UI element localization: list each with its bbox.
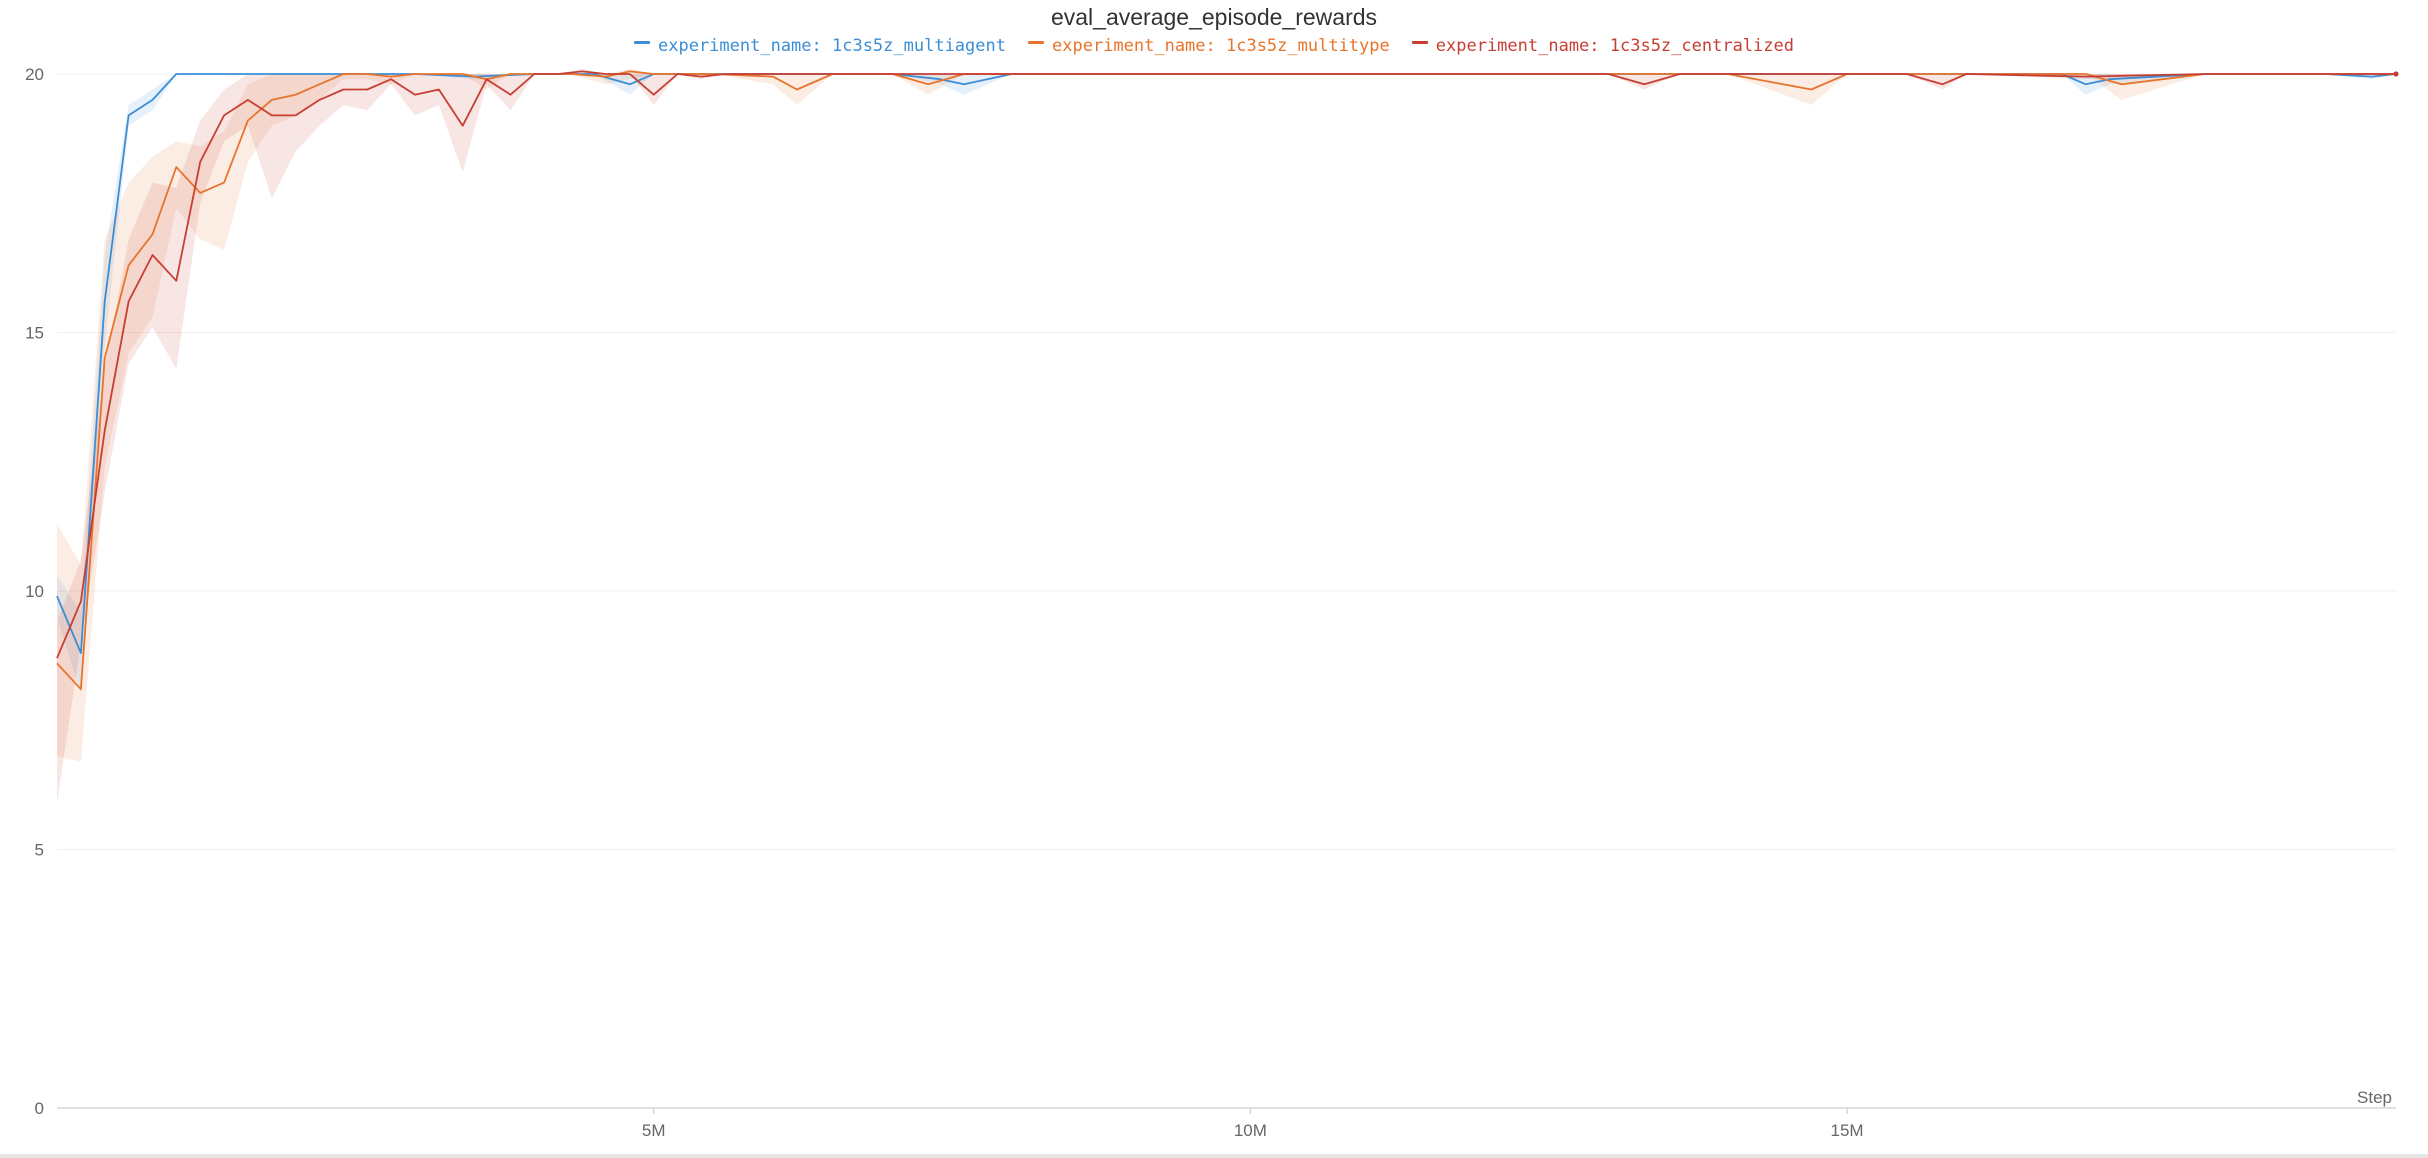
x-axis-label: Step — [2357, 1088, 2392, 1107]
panel-bottom-border — [0, 1154, 2428, 1158]
series-lines — [56, 70, 2399, 691]
series-line-multitype[interactable] — [56, 70, 2396, 691]
y-tick-label: 15 — [25, 324, 44, 343]
band-multitype — [57, 68, 2396, 762]
confidence-bands — [57, 68, 2396, 804]
grid-layer — [57, 73, 2396, 850]
y-tick-label: 10 — [25, 582, 44, 601]
y-tick-label: 5 — [35, 841, 44, 860]
chart-panel: eval_average_episode_rewards experiment_… — [0, 0, 2428, 1158]
series-line-multiagent[interactable] — [56, 73, 2397, 654]
line-plot[interactable]: 0 5 10 15 20 5M 10M 15M Step — [0, 0, 2428, 1158]
x-tick-label: 15M — [1831, 1121, 1864, 1140]
axes: 0 5 10 15 20 5M 10M 15M — [25, 65, 2396, 1140]
series-line-centralized[interactable] — [56, 70, 2396, 659]
y-tick-label: 0 — [35, 1099, 44, 1118]
band-multiagent — [57, 74, 2396, 695]
series-endpoint-centralized — [2393, 71, 2399, 77]
x-tick-label: 5M — [642, 1121, 666, 1140]
band-centralized — [57, 68, 2396, 804]
y-tick-label: 20 — [25, 65, 44, 84]
x-tick-label: 10M — [1234, 1121, 1267, 1140]
